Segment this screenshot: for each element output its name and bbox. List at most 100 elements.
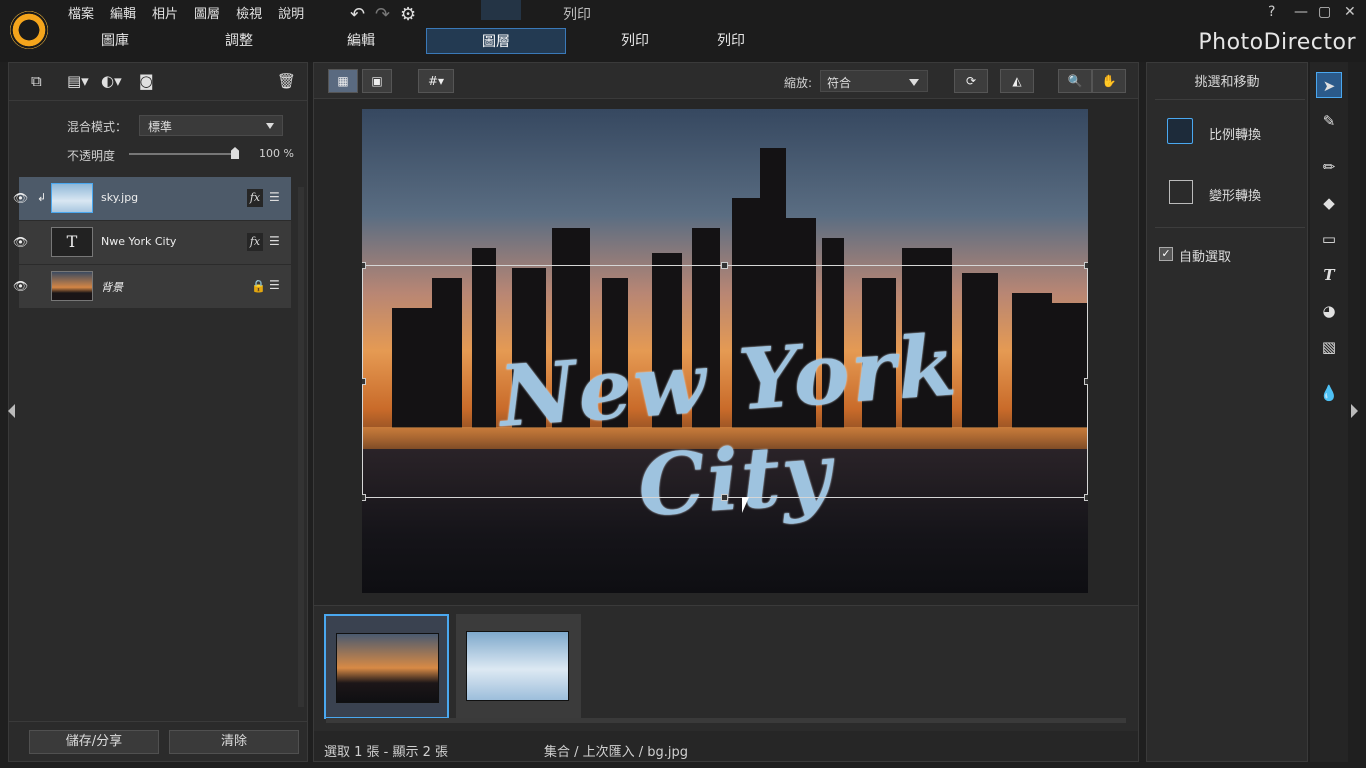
collapse-right-icon[interactable]	[1351, 404, 1358, 418]
menu-view[interactable]: 檢視	[228, 5, 270, 25]
hand-icon[interactable]: ✋	[1092, 69, 1126, 93]
opacity-value: 100 %	[259, 147, 294, 160]
menu-photo[interactable]: 相片	[144, 5, 186, 25]
film-item-sky[interactable]	[456, 614, 581, 719]
select-move-icon[interactable]: ➤	[1316, 72, 1342, 98]
undo-icon[interactable]: ↶	[350, 4, 365, 25]
layer-row-text[interactable]: 👁 T Nwe York City fx ☰	[13, 221, 291, 265]
resize-handle[interactable]	[721, 262, 728, 269]
transform-selection-box[interactable]	[362, 262, 1088, 501]
rotate-icon[interactable]: ⟳	[954, 69, 988, 93]
brand-name: PhotoDirector	[1198, 30, 1356, 55]
tool-strip: ➤ ✎ ✏ ◆ ▭ T ◕ ▧ 💧	[1310, 62, 1348, 762]
layers-scrollbar[interactable]	[298, 187, 304, 707]
tab-print-dragged[interactable]: 列印	[580, 28, 690, 54]
selection-status: 選取 1 張 - 顯示 2 張	[324, 745, 449, 760]
layer-settings-icon[interactable]: ☰	[269, 278, 285, 294]
eye-icon[interactable]: 👁	[13, 279, 28, 293]
filmstrip-scrollbar[interactable]	[326, 718, 1126, 723]
chevron-down-icon	[909, 79, 919, 86]
auto-select-checkbox[interactable]: ✓	[1159, 247, 1173, 261]
redo-icon[interactable]: ↷	[375, 4, 390, 25]
help-icon[interactable]: ?	[1268, 4, 1275, 20]
scale-transform-icon[interactable]	[1167, 118, 1193, 144]
film-thumbnail	[466, 631, 569, 701]
layer-row-background[interactable]: 👁 背景 🔒 ☰	[13, 265, 291, 309]
close-button[interactable]: ✕	[1344, 4, 1356, 20]
layer-row-sky[interactable]: 👁 ↲ sky.jpg fx ☰	[13, 177, 291, 221]
minimize-button[interactable]: —	[1294, 4, 1308, 20]
layer-settings-icon[interactable]: ☰	[269, 234, 285, 250]
resize-handle[interactable]	[362, 262, 366, 269]
opacity-slider-handle[interactable]	[231, 147, 239, 159]
collapse-left-icon[interactable]	[8, 404, 15, 418]
blur-drop-icon[interactable]: 💧	[1316, 380, 1342, 406]
zoom-select[interactable]: 符合	[820, 70, 928, 92]
tab-edit[interactable]: 編輯	[306, 28, 416, 54]
tool-title: 挑選和移動	[1194, 75, 1260, 90]
layer-menu-icon[interactable]: ▤▾	[67, 72, 89, 90]
resize-handle[interactable]	[1084, 262, 1088, 269]
eraser-icon[interactable]: ◆	[1316, 190, 1342, 216]
rectangle-icon[interactable]: ▭	[1316, 226, 1342, 252]
paint-bucket-icon[interactable]: ◕	[1316, 298, 1342, 324]
layer-list: 👁 ↲ sky.jpg fx ☰ 👁 T Nwe York City fx ☰ …	[13, 177, 291, 309]
menu-layer[interactable]: 圖層	[186, 5, 228, 25]
film-item-bg[interactable]	[324, 614, 449, 719]
resize-handle[interactable]	[362, 494, 366, 501]
mouse-cursor-icon	[742, 497, 756, 513]
layer-name: Nwe York City	[101, 235, 177, 248]
main-menu: 檔案 編輯 相片 圖層 檢視 說明	[60, 5, 312, 25]
canvas-toolbar: ▦ ▣ #▾ 縮放: 符合 ⟳ ◭ 🔍 ✋	[314, 63, 1138, 99]
grid-icon[interactable]: #▾	[418, 69, 454, 93]
clear-button[interactable]: 清除	[169, 730, 299, 754]
shape-transform-icon[interactable]	[1169, 180, 1193, 204]
view-compare-icon[interactable]: ▣	[362, 69, 392, 93]
trash-icon[interactable]: 🗑	[277, 72, 296, 90]
opacity-label: 不透明度	[67, 149, 116, 163]
menu-file[interactable]: 檔案	[60, 5, 102, 25]
canvas-area: ▦ ▣ #▾ 縮放: 符合 ⟳ ◭ 🔍 ✋ New York City 選取 1…	[313, 62, 1139, 762]
fx-icon[interactable]: fx	[247, 233, 263, 251]
resize-handle[interactable]	[721, 494, 728, 501]
resize-handle[interactable]	[1084, 378, 1088, 385]
chevron-down-icon	[266, 123, 274, 129]
tab-layers[interactable]: 圖層	[426, 28, 566, 54]
filmstrip	[314, 605, 1138, 731]
layer-settings-icon[interactable]: ☰	[269, 190, 285, 206]
text-tool-icon[interactable]: T	[1316, 262, 1342, 288]
shape-transform-option[interactable]: 變形轉換	[1209, 185, 1261, 204]
pencil-icon[interactable]: ✏	[1316, 154, 1342, 180]
flip-icon[interactable]: ◭	[1000, 69, 1034, 93]
scale-transform-option[interactable]: 比例轉換	[1209, 124, 1261, 143]
layer-name: sky.jpg	[101, 191, 139, 204]
resize-handle[interactable]	[1084, 494, 1088, 501]
tab-library[interactable]: 圖庫	[60, 28, 170, 54]
adjustment-layer-icon[interactable]: ◐▾	[101, 72, 122, 90]
zoom-label: 縮放:	[784, 76, 813, 90]
gradient-icon[interactable]: ▧	[1316, 334, 1342, 360]
blend-mode-value: 標準	[148, 120, 173, 134]
resize-handle[interactable]	[362, 378, 366, 385]
view-single-icon[interactable]: ▦	[328, 69, 358, 93]
maximize-button[interactable]: ▢	[1318, 4, 1331, 20]
mask-icon[interactable]: ◙	[139, 72, 154, 90]
settings-gear-icon[interactable]: ⚙	[400, 4, 416, 25]
eye-icon[interactable]: 👁	[13, 235, 28, 249]
auto-select-label: 自動選取	[1179, 250, 1232, 265]
collection-path: 集合 / 上次匯入 / bg.jpg	[544, 745, 689, 760]
blend-mode-select[interactable]: 標準	[139, 115, 283, 136]
layers-bottom-bar: 儲存/分享 清除	[9, 721, 307, 761]
tab-adjust[interactable]: 調整	[184, 28, 294, 54]
photo-canvas[interactable]: New York City	[362, 109, 1088, 593]
opacity-slider-track[interactable]	[129, 153, 239, 155]
zoom-icon[interactable]: 🔍	[1058, 69, 1092, 93]
brush-select-icon[interactable]: ✎	[1316, 108, 1342, 134]
save-share-button[interactable]: 儲存/分享	[29, 730, 159, 754]
eye-icon[interactable]: 👁	[13, 191, 28, 205]
menu-help[interactable]: 說明	[270, 5, 312, 25]
tab-print[interactable]: 列印	[676, 28, 786, 54]
new-layer-icon[interactable]: ⧉	[31, 72, 42, 90]
fx-icon[interactable]: fx	[247, 189, 263, 207]
menu-edit[interactable]: 編輯	[102, 5, 144, 25]
